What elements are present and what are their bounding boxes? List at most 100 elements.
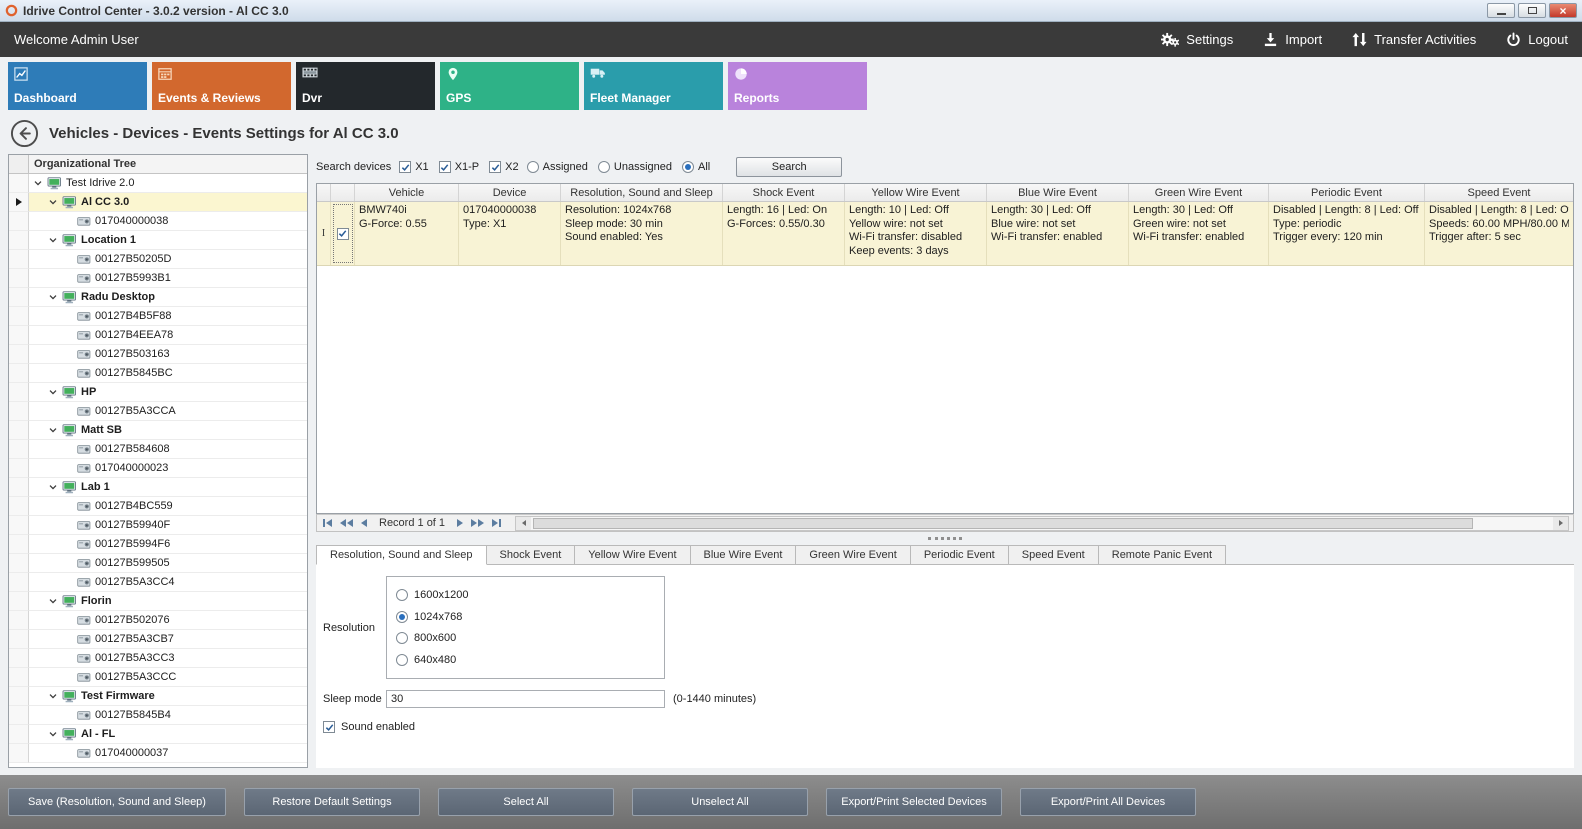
expand-collapse-icon[interactable] [34, 179, 43, 187]
tab-yellow-wire-event[interactable]: Yellow Wire Event [575, 545, 690, 565]
search-button[interactable]: Search [736, 157, 842, 177]
radio-button[interactable] [396, 589, 408, 601]
tree-node-00127b5994f6[interactable]: 00127B5994F6 [29, 535, 307, 554]
grid-column-header-vehicle[interactable]: Vehicle [355, 184, 459, 201]
footer-button-select-all[interactable]: Select All [438, 788, 614, 816]
scroll-thumb[interactable] [533, 518, 1473, 529]
tree-node-017040000023[interactable]: 017040000023 [29, 459, 307, 478]
sleep-mode-input[interactable] [386, 690, 665, 708]
window-maximize-button[interactable] [1518, 3, 1546, 18]
tree-node-florin[interactable]: Florin [29, 592, 307, 611]
expand-collapse-icon[interactable] [49, 388, 58, 396]
tree-node-test-idrive-2-0[interactable]: Test Idrive 2.0 [29, 174, 307, 193]
tab-resolution-sound-and-sleep[interactable]: Resolution, Sound and Sleep [316, 545, 487, 565]
tree-node-lab-1[interactable]: Lab 1 [29, 478, 307, 497]
pager-prev-button[interactable] [359, 519, 369, 527]
topbar-action-import[interactable]: Import [1263, 32, 1322, 47]
nav-tile-dvr[interactable]: Dvr [296, 62, 435, 110]
tab-speed-event[interactable]: Speed Event [1009, 545, 1099, 565]
resolution-option-800x600[interactable]: 800x600 [396, 632, 655, 644]
grid-column-header-green-wire-event[interactable]: Green Wire Event [1129, 184, 1269, 201]
tree-node-017040000037[interactable]: 017040000037 [29, 744, 307, 763]
expand-collapse-icon[interactable] [49, 426, 58, 434]
filter-x1-p[interactable]: X1-P [439, 161, 479, 173]
tree-node-00127b502076[interactable]: 00127B502076 [29, 611, 307, 630]
pager-first-button[interactable] [321, 519, 334, 527]
grid-column-header-blue-wire-event[interactable]: Blue Wire Event [987, 184, 1129, 201]
window-minimize-button[interactable] [1487, 3, 1515, 18]
scroll-right-button[interactable] [1553, 517, 1568, 530]
expand-collapse-icon[interactable] [49, 293, 58, 301]
back-button[interactable] [10, 119, 39, 148]
filter-unassigned[interactable]: Unassigned [598, 161, 672, 173]
footer-button-export-print-all-devices[interactable]: Export/Print All Devices [1020, 788, 1196, 816]
radio-button[interactable] [682, 161, 694, 173]
tree-node-00127b5a3ccc[interactable]: 00127B5A3CCC [29, 668, 307, 687]
tree-node-00127b5845bc[interactable]: 00127B5845BC [29, 364, 307, 383]
tab-blue-wire-event[interactable]: Blue Wire Event [691, 545, 797, 565]
nav-tile-events-reviews[interactable]: Events & Reviews [152, 62, 291, 110]
sound-enabled-checkbox[interactable] [323, 721, 335, 733]
expand-collapse-icon[interactable] [49, 483, 58, 491]
resolution-option-1600x1200[interactable]: 1600x1200 [396, 589, 655, 601]
tree-node-017040000038[interactable]: 017040000038 [29, 212, 307, 231]
footer-button-save-resolution-sound-and-sleep[interactable]: Save (Resolution, Sound and Sleep) [8, 788, 226, 816]
pager-next-page-button[interactable] [469, 519, 486, 527]
nav-tile-gps[interactable]: GPS [440, 62, 579, 110]
tree-node-matt-sb[interactable]: Matt SB [29, 421, 307, 440]
expand-collapse-icon[interactable] [49, 692, 58, 700]
tree-node-00127b5a3cc3[interactable]: 00127B5A3CC3 [29, 649, 307, 668]
grid-column-header-yellow-wire-event[interactable]: Yellow Wire Event [845, 184, 987, 201]
tree-node-00127b5993b1[interactable]: 00127B5993B1 [29, 269, 307, 288]
scroll-left-button[interactable] [516, 517, 531, 530]
expand-collapse-icon[interactable] [49, 198, 58, 206]
tab-remote-panic-event[interactable]: Remote Panic Event [1099, 545, 1226, 565]
footer-button-unselect-all[interactable]: Unselect All [632, 788, 808, 816]
splitter-grip[interactable] [928, 537, 962, 540]
expand-collapse-icon[interactable] [49, 730, 58, 738]
resolution-option-1024x768[interactable]: 1024x768 [396, 611, 655, 623]
grid-column-header-blank[interactable] [317, 184, 331, 201]
grid-column-header-periodic-event[interactable]: Periodic Event [1269, 184, 1425, 201]
tree-node-00127b50205d[interactable]: 00127B50205D [29, 250, 307, 269]
expand-collapse-icon[interactable] [49, 236, 58, 244]
topbar-action-transfer-activities[interactable]: Transfer Activities [1352, 32, 1476, 47]
tab-green-wire-event[interactable]: Green Wire Event [796, 545, 910, 565]
device-grid-row[interactable]: IBMW740iG-Force: 0.55017040000038Type: X… [317, 202, 1573, 266]
filter-x2[interactable]: X2 [489, 161, 518, 173]
grid-horizontal-scrollbar[interactable] [515, 516, 1569, 531]
tab-shock-event[interactable]: Shock Event [487, 545, 576, 565]
tree-node-test-firmware[interactable]: Test Firmware [29, 687, 307, 706]
tree-node-00127b584608[interactable]: 00127B584608 [29, 440, 307, 459]
footer-button-restore-default-settings[interactable]: Restore Default Settings [244, 788, 420, 816]
topbar-action-settings[interactable]: Settings [1161, 32, 1233, 47]
topbar-action-logout[interactable]: Logout [1506, 32, 1568, 47]
tree-node-al-cc-3-0[interactable]: Al CC 3.0 [29, 193, 307, 212]
radio-button[interactable] [527, 161, 539, 173]
row-checkbox[interactable] [337, 228, 349, 240]
footer-button-export-print-selected-devices[interactable]: Export/Print Selected Devices [826, 788, 1002, 816]
scroll-track[interactable] [531, 517, 1553, 530]
filter-assigned[interactable]: Assigned [527, 161, 588, 173]
radio-button[interactable] [396, 654, 408, 666]
tree-node-00127b4b5f88[interactable]: 00127B4B5F88 [29, 307, 307, 326]
window-close-button[interactable]: × [1549, 3, 1577, 18]
filter-all[interactable]: All [682, 161, 710, 173]
tree-node-00127b5845b4[interactable]: 00127B5845B4 [29, 706, 307, 725]
radio-button[interactable] [396, 632, 408, 644]
radio-button[interactable] [598, 161, 610, 173]
checkbox[interactable] [489, 161, 501, 173]
nav-tile-fleet-manager[interactable]: Fleet Manager [584, 62, 723, 110]
radio-button[interactable] [396, 611, 408, 623]
tree-node-al-fl[interactable]: Al - FL [29, 725, 307, 744]
tree-node-hp[interactable]: HP [29, 383, 307, 402]
tree-node-location-1[interactable]: Location 1 [29, 231, 307, 250]
grid-column-header-device[interactable]: Device [459, 184, 561, 201]
grid-column-header-blank[interactable] [331, 184, 355, 201]
tree-node-00127b599505[interactable]: 00127B599505 [29, 554, 307, 573]
tree-node-radu-desktop[interactable]: Radu Desktop [29, 288, 307, 307]
tree-node-00127b4eea78[interactable]: 00127B4EEA78 [29, 326, 307, 345]
resolution-option-640x480[interactable]: 640x480 [396, 654, 655, 666]
tab-periodic-event[interactable]: Periodic Event [911, 545, 1009, 565]
filter-x1[interactable]: X1 [399, 161, 428, 173]
